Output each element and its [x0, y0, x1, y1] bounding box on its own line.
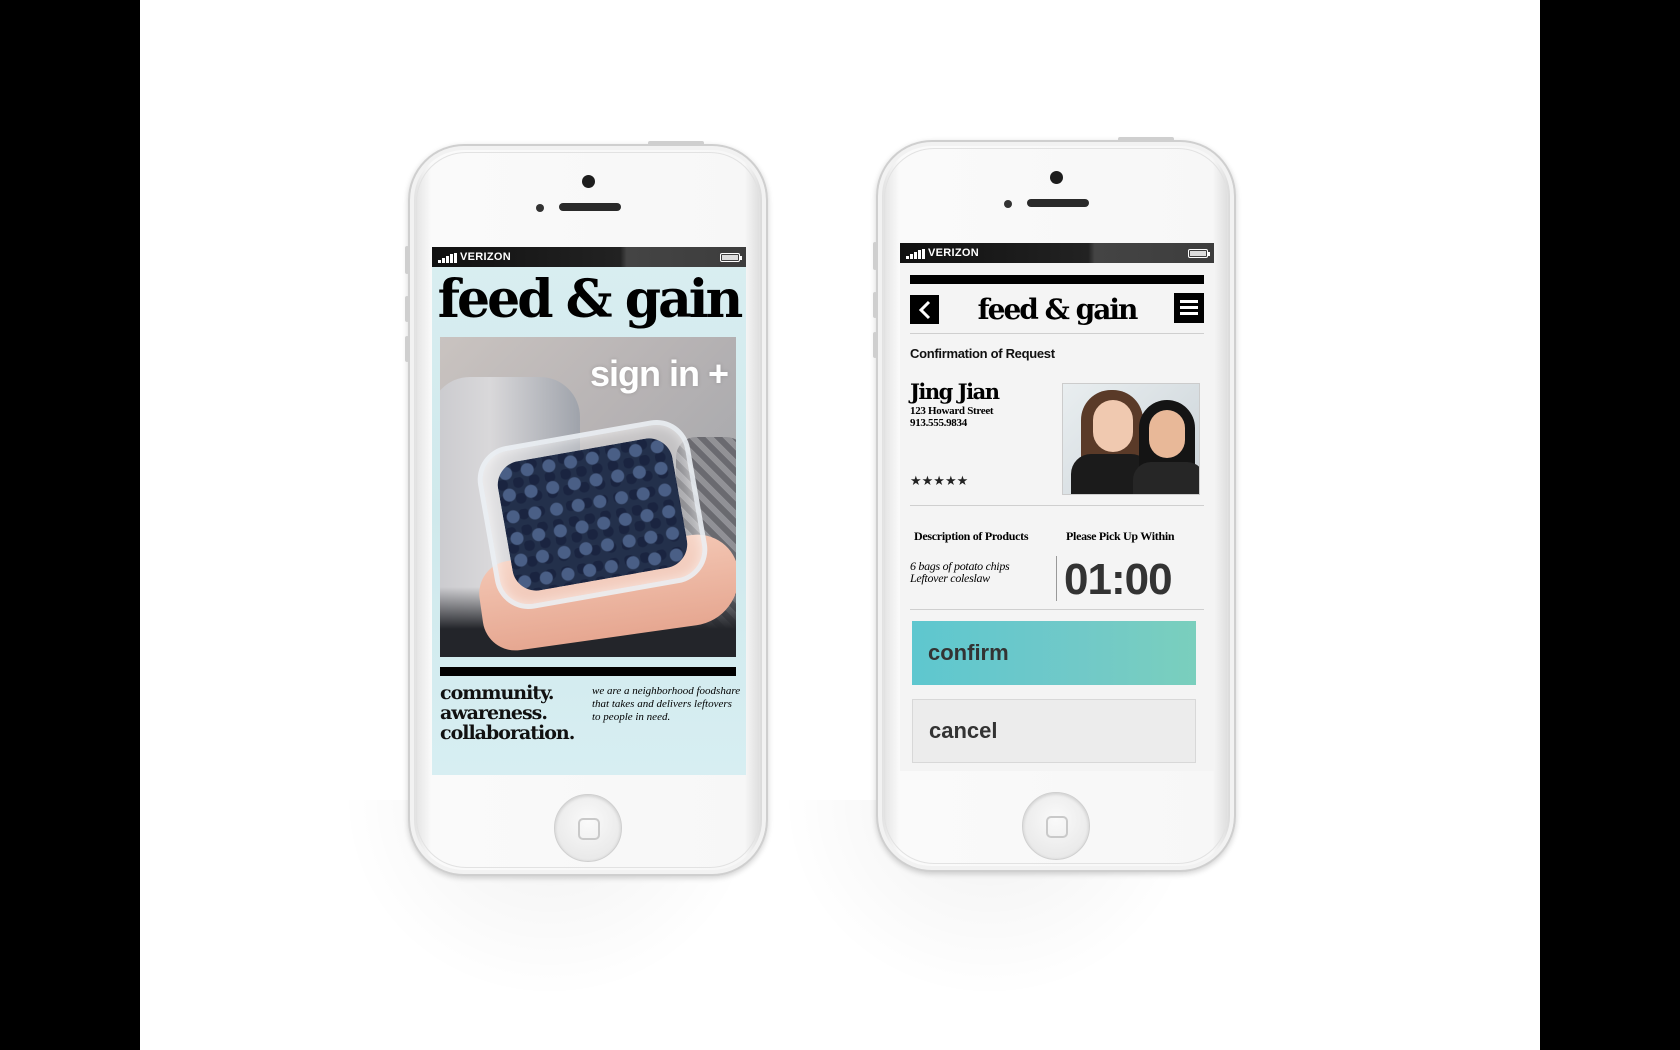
back-button[interactable] — [910, 295, 939, 324]
mute-switch — [405, 246, 409, 274]
divider — [440, 667, 736, 676]
motto-line: community. — [440, 682, 555, 704]
sign-in-button[interactable]: sign in + — [540, 353, 729, 395]
power-button — [648, 141, 704, 146]
page-title: Confirmation of Request — [910, 346, 1055, 361]
status-bar: VERIZON — [900, 243, 1214, 263]
requester-phone: 913.555.9834 — [910, 417, 967, 429]
cancel-button[interactable]: cancel — [912, 699, 1196, 763]
column-divider — [1056, 556, 1057, 601]
requester-photo — [1062, 383, 1200, 495]
home-button-icon[interactable] — [1022, 792, 1090, 860]
volume-up-button — [873, 292, 877, 318]
signal-icon — [906, 249, 926, 259]
front-camera — [1050, 171, 1063, 184]
carrier-label: VERIZON — [460, 251, 511, 263]
requester-address: 123 Howard Street — [910, 405, 994, 417]
volume-up-button — [405, 296, 409, 322]
divider — [910, 333, 1204, 334]
proximity-sensor — [1004, 200, 1012, 208]
pickup-header: Please Pick Up Within — [1066, 529, 1175, 543]
front-camera — [582, 175, 595, 188]
requester-name: Jing Jian — [910, 379, 1000, 404]
cancel-label: cancel — [929, 718, 998, 743]
back-arrow-icon — [918, 300, 930, 319]
volume-down-button — [873, 332, 877, 358]
power-button — [1118, 137, 1174, 142]
signal-icon — [438, 253, 458, 263]
requester-contact: 123 Howard Street 913.555.9834 — [910, 405, 994, 429]
pickup-timer: 01:00 — [1064, 555, 1173, 604]
confirmation-screen: VERIZON feed & gain Confirmation of Requ… — [900, 243, 1214, 771]
earpiece-speaker — [559, 203, 621, 211]
battery-icon — [1188, 249, 1210, 258]
header-rule — [910, 275, 1204, 284]
motto-line: awareness. — [440, 702, 548, 724]
star-icon: ★★★★★ — [910, 473, 969, 488]
volume-down-button — [405, 336, 409, 362]
signin-screen: VERIZON feed & gain sign in + community.… — [432, 247, 746, 775]
phone-right: VERIZON feed & gain Confirmation of Requ… — [873, 137, 1236, 872]
brand-logo: feed & gain — [977, 293, 1139, 326]
menu-button[interactable] — [1174, 293, 1204, 323]
list-item: Leftover coleslaw — [910, 571, 990, 585]
status-bar: VERIZON — [432, 247, 746, 267]
phone-left: VERIZON feed & gain sign in + community.… — [405, 141, 768, 876]
proximity-sensor — [536, 204, 544, 212]
confirm-button[interactable]: confirm — [912, 621, 1196, 685]
home-button-icon[interactable] — [554, 794, 622, 862]
divider — [910, 505, 1204, 506]
carrier-label: VERIZON — [928, 247, 979, 259]
motto: community. awareness. collaboration. — [440, 683, 590, 743]
earpiece-speaker — [1027, 199, 1089, 207]
description-header: Description of Products — [914, 529, 1029, 543]
mute-switch — [873, 242, 877, 270]
divider — [910, 609, 1204, 610]
brand-logo: feed & gain — [437, 269, 744, 330]
stage: VERIZON feed & gain sign in + community.… — [140, 0, 1540, 1050]
hero-photo: sign in + — [440, 337, 736, 657]
confirm-label: confirm — [928, 640, 1009, 665]
product-list: 6 bags of potato chips Leftover coleslaw — [910, 560, 1050, 584]
about-blurb: we are a neighborhood foodshare that tak… — [592, 685, 741, 723]
motto-line: collaboration. — [440, 722, 575, 744]
battery-icon — [720, 253, 742, 262]
